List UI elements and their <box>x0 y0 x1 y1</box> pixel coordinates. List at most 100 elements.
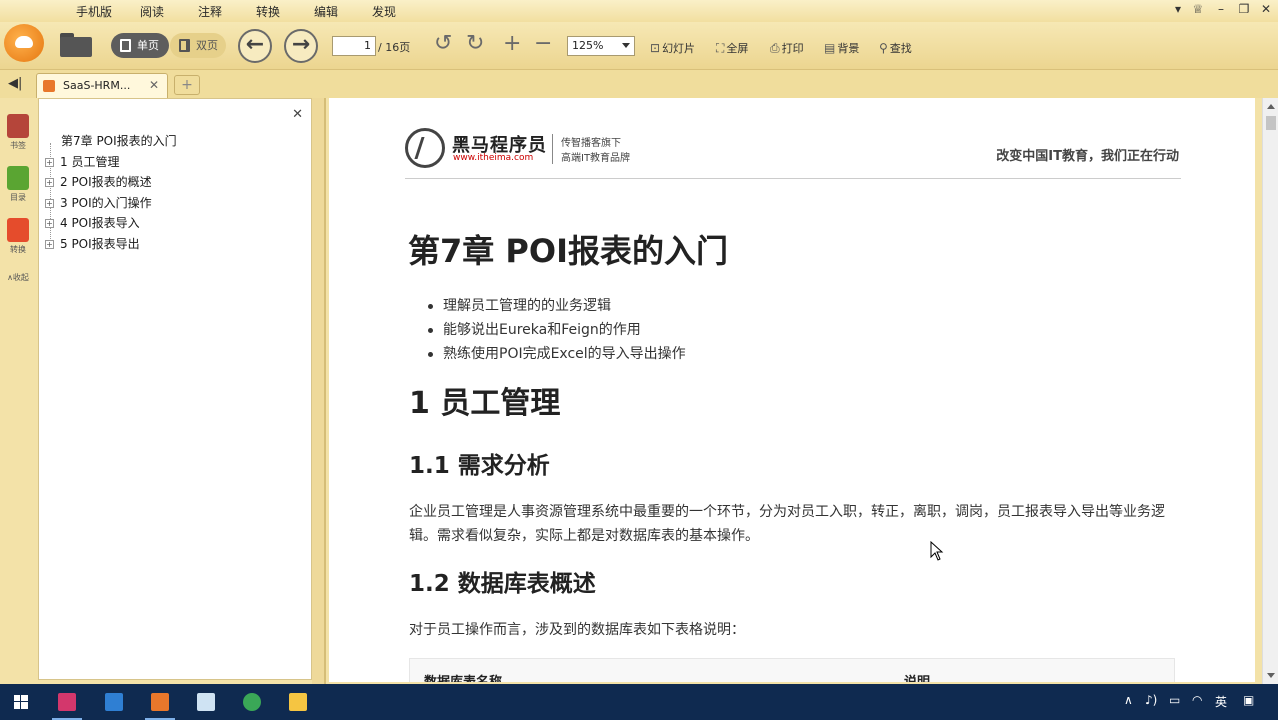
print-button[interactable]: ⎙ 打印 <box>770 40 804 56</box>
header-slogan: 改变中国IT教育，我们正在行动 <box>996 149 1179 164</box>
outline-item[interactable]: +3 POI的入门操作 <box>45 194 152 211</box>
header-rule <box>405 178 1181 179</box>
brand-logo-icon <box>405 128 445 168</box>
vertical-scrollbar[interactable] <box>1262 98 1278 684</box>
outline-icon <box>7 166 29 190</box>
close-window-icon[interactable]: ✕ <box>1258 2 1274 16</box>
side-icon-column: 书签 目录 转换 ∧收起 <box>0 98 36 684</box>
table-header: 数据库表名称 说明 <box>409 658 1175 682</box>
close-tab-icon[interactable]: ✕ <box>149 78 159 92</box>
expand-icon: + <box>45 158 54 167</box>
paragraph: 对于员工操作而言，涉及到的数据库表如下表格说明： <box>409 622 745 638</box>
notification-icon[interactable]: ▣ <box>1243 693 1254 707</box>
outline-panel: ✕ 第7章 POI报表的入门 +1 员工管理 +2 POI报表的概述 +3 PO… <box>38 98 312 680</box>
single-page-button[interactable]: 单页 <box>111 33 169 58</box>
sidebar-item-convert[interactable]: 转换 <box>3 218 33 255</box>
page-total: / 16页 <box>378 41 411 54</box>
restore-icon[interactable]: ❐ <box>1236 2 1252 16</box>
brand-subtitle: 高端IT教育品牌 <box>561 153 631 164</box>
zoom-select[interactable]: 125% <box>567 36 635 56</box>
start-button[interactable] <box>4 688 38 716</box>
sidebar-item-outline[interactable]: 目录 <box>3 166 33 203</box>
vscode-icon <box>105 693 123 711</box>
open-folder-icon[interactable] <box>60 33 92 57</box>
expand-icon: + <box>45 199 54 208</box>
minimize-icon[interactable]: – <box>1213 2 1229 16</box>
prev-page-button[interactable]: ← <box>238 29 272 63</box>
pdf-file-icon <box>43 80 55 92</box>
rotate-left-icon[interactable]: ↺ <box>434 32 452 56</box>
find-button[interactable]: ⚲ 查找 <box>879 40 912 56</box>
collapse-panel-icon[interactable]: ◀| <box>8 76 22 91</box>
slideshow-button[interactable]: ⊡ 幻灯片 <box>650 40 695 56</box>
double-page-button[interactable]: 双页 <box>170 33 226 58</box>
pdf-reader-icon <box>151 693 169 711</box>
column-header: 说明 <box>904 671 930 682</box>
bookmark-icon <box>7 114 29 138</box>
background-button[interactable]: ▤ 背景 <box>824 40 859 56</box>
panel-splitter[interactable] <box>312 98 326 684</box>
taskbar-pdf-reader[interactable] <box>143 688 177 720</box>
tab-strip: ◀| SaaS-HRM... ✕ + <box>0 70 1278 98</box>
zoom-out-icon[interactable]: − <box>534 32 552 56</box>
battery-icon[interactable]: ▭ <box>1169 693 1180 707</box>
ime-indicator[interactable]: 英 <box>1215 693 1227 710</box>
menu-mobile[interactable]: 手机版 <box>76 3 112 20</box>
taskbar-chrome[interactable] <box>235 688 269 716</box>
outline-item[interactable]: +1 员工管理 <box>45 153 119 170</box>
print-icon: ⎙ <box>770 41 780 55</box>
rotate-right-icon[interactable]: ↻ <box>466 32 484 56</box>
folder-icon <box>289 693 307 711</box>
menu-dropdown-icon[interactable]: ▾ <box>1170 2 1186 16</box>
fullscreen-button[interactable]: ⛶ 全屏 <box>716 40 748 56</box>
expand-icon: + <box>45 178 54 187</box>
volume-icon[interactable]: ♪) <box>1145 693 1157 707</box>
menu-discover[interactable]: 发现 <box>372 3 396 20</box>
outline-item[interactable]: +5 POI报表导出 <box>45 235 140 252</box>
sidebar-item-bookmarks[interactable]: 书签 <box>3 114 33 151</box>
outline-item[interactable]: +2 POI报表的概述 <box>45 173 152 190</box>
outline-item[interactable]: +4 POI报表导入 <box>45 214 140 231</box>
zoom-in-icon[interactable]: + <box>503 32 521 56</box>
menu-convert[interactable]: 转换 <box>256 3 280 20</box>
document-tab[interactable]: SaaS-HRM... ✕ <box>36 73 168 98</box>
chevron-down-icon <box>622 43 630 48</box>
list-item: 熟练使用POI完成Excel的导入导出操作 <box>428 342 686 366</box>
menu-edit[interactable]: 编辑 <box>314 3 338 20</box>
taskbar-intellij[interactable] <box>50 688 84 720</box>
sidebar-collapse[interactable]: ∧收起 <box>3 272 33 283</box>
intellij-icon <box>58 693 76 711</box>
new-tab-button[interactable]: + <box>174 75 200 95</box>
taskbar-app[interactable] <box>189 688 223 716</box>
fullscreen-icon: ⛶ <box>716 41 725 55</box>
tray-expand-icon[interactable]: ∧ <box>1124 693 1133 707</box>
app-logo-icon[interactable] <box>4 24 44 62</box>
expand-icon: + <box>45 240 54 249</box>
paragraph: 企业员工管理是人事资源管理系统中最重要的一个环节，分为对员工入职，转正，离职，调… <box>409 504 1165 544</box>
list-item: 理解员工管理的的业务逻辑 <box>428 294 686 318</box>
taskbar-vscode[interactable] <box>97 688 131 716</box>
expand-icon: + <box>45 219 54 228</box>
column-header: 数据库表名称 <box>424 671 502 682</box>
page-number-input[interactable]: 1 <box>332 36 376 56</box>
brand-subtitle: 传智播客旗下 <box>561 138 621 149</box>
taskbar: ∧ ♪) ▭ ◠ 英 ▣ <box>0 684 1278 720</box>
background-icon: ▤ <box>824 41 836 55</box>
menu-annotate[interactable]: 注释 <box>198 3 222 20</box>
taskbar-explorer[interactable] <box>281 688 315 716</box>
chrome-icon <box>243 693 261 711</box>
brand-divider <box>552 134 553 164</box>
document-view[interactable]: 黑马程序员 www.itheima.com 传智播客旗下 高端IT教育品牌 改变… <box>326 98 1262 682</box>
scroll-thumb[interactable] <box>1266 116 1276 130</box>
skin-icon[interactable]: ♕ <box>1190 2 1206 16</box>
menu-read[interactable]: 阅读 <box>140 3 164 20</box>
pdf-page: 黑马程序员 www.itheima.com 传智播客旗下 高端IT教育品牌 改变… <box>329 98 1255 682</box>
subsection-heading: 1.2 数据库表概述 <box>409 571 596 597</box>
scroll-down-icon <box>1267 673 1275 678</box>
network-icon[interactable]: ◠ <box>1192 693 1202 707</box>
scroll-up-icon <box>1267 104 1275 109</box>
close-panel-icon[interactable]: ✕ <box>292 107 303 122</box>
next-page-button[interactable]: → <box>284 29 318 63</box>
convert-icon <box>7 218 29 242</box>
outline-root[interactable]: 第7章 POI报表的入门 <box>61 132 177 149</box>
